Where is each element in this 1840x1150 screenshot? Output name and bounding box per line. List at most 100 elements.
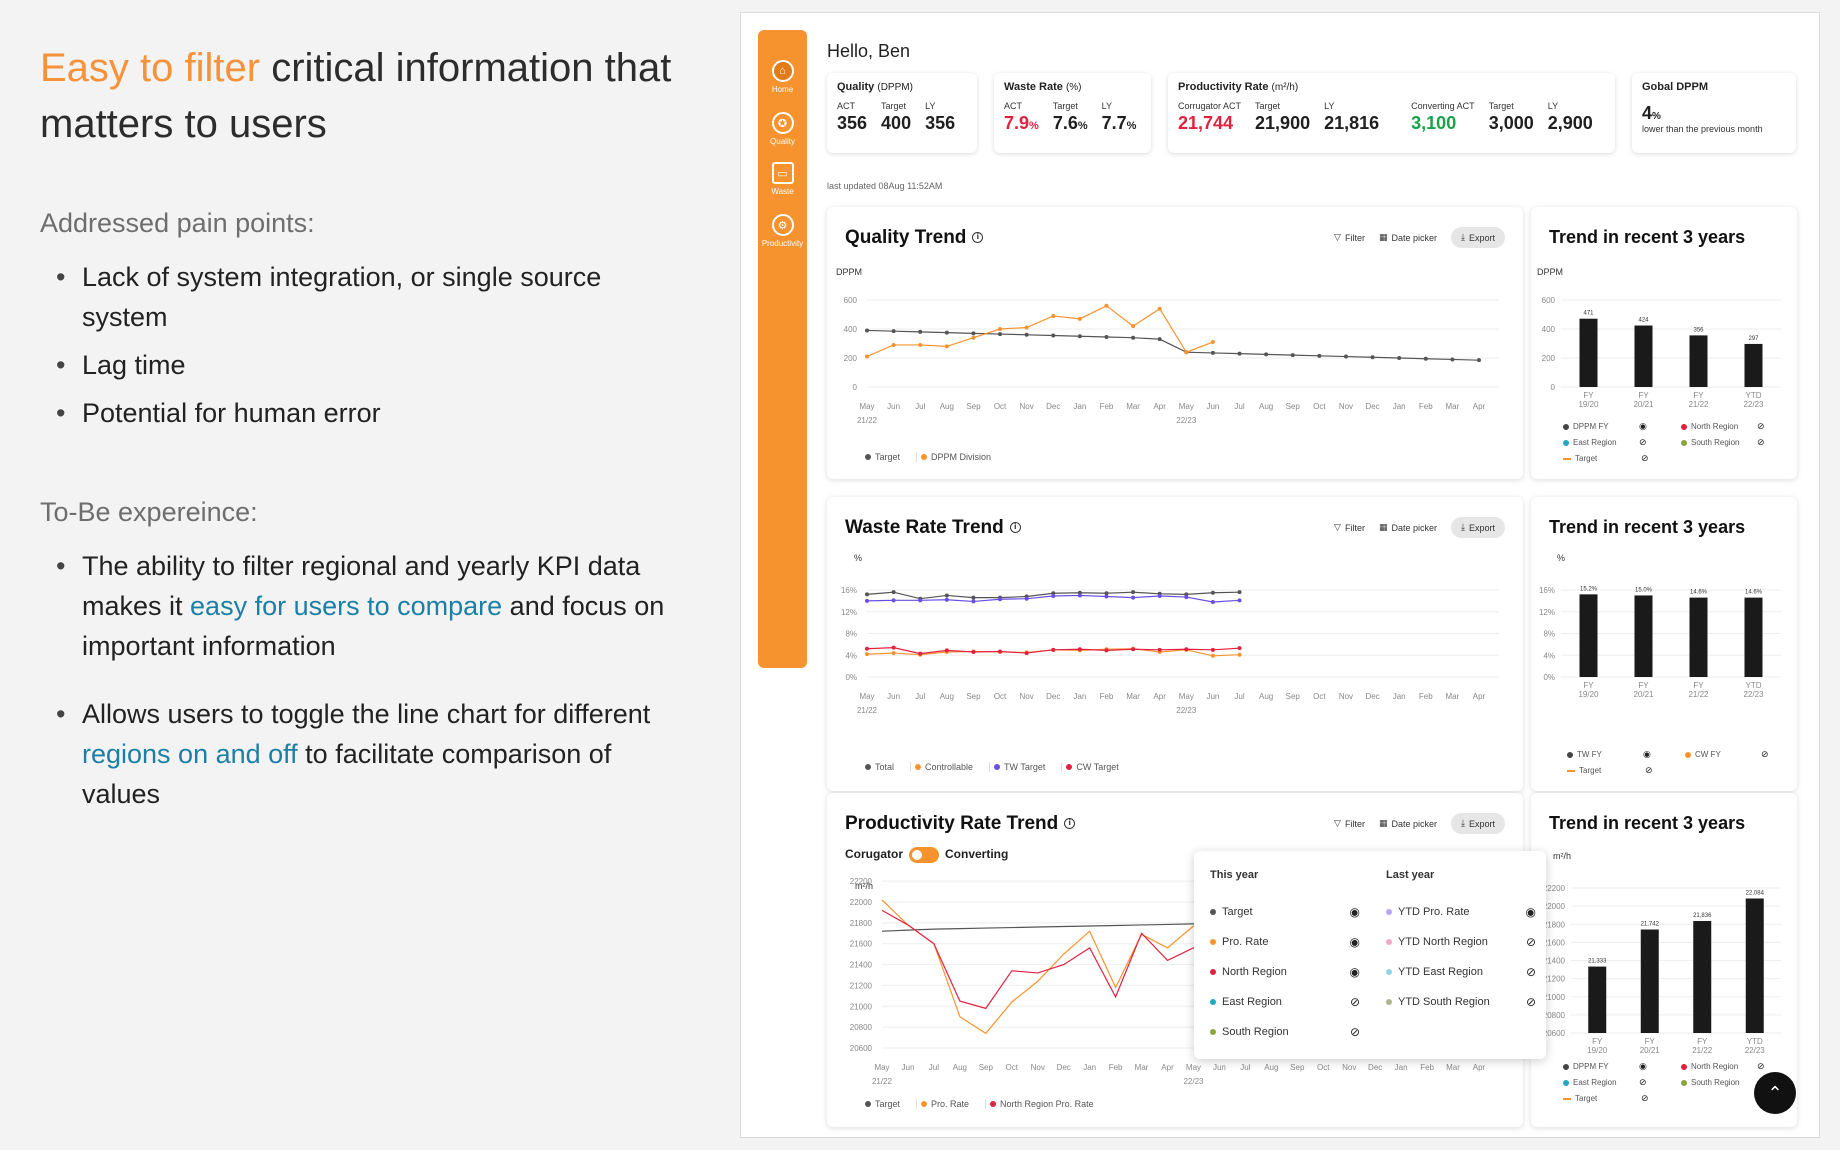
filter-option[interactable]: YTD East Region ⊘ — [1386, 957, 1536, 987]
data-point — [1210, 653, 1215, 658]
data-point — [944, 597, 949, 602]
eye-off-icon[interactable]: ⊘ — [1757, 437, 1765, 448]
legend-item[interactable]: Total — [865, 762, 894, 772]
x-tick-label: Jul — [915, 402, 925, 411]
eye-off-icon[interactable]: ⊘ — [1761, 749, 1769, 760]
legend-item[interactable]: Pro. Rate — [916, 1099, 969, 1109]
eye-icon[interactable]: ◉ — [1350, 905, 1360, 919]
legend-toggle[interactable]: DPPM FY ◉ — [1563, 1061, 1681, 1072]
x-tick-label: 20/21 — [1633, 400, 1654, 409]
y-tick-label: 20600 — [850, 1044, 873, 1053]
data-point — [891, 329, 896, 334]
filter-option[interactable]: Pro. Rate ◉ — [1210, 927, 1360, 957]
legend-item[interactable]: Target — [865, 1099, 900, 1109]
filter-option[interactable]: Target ◉ — [1210, 897, 1360, 927]
legend-label: TW FY — [1577, 750, 1602, 759]
nav-home[interactable]: ⌂ Home — [758, 60, 807, 94]
legend-toggle[interactable]: Target ⊘ — [1563, 453, 1681, 464]
legend-swatch — [1563, 1079, 1569, 1086]
eye-off-icon[interactable]: ⊘ — [1526, 995, 1536, 1009]
legend-toggle[interactable]: TW FY ◉ — [1567, 749, 1685, 760]
filter-option[interactable]: YTD Pro. Rate ◉ — [1386, 897, 1536, 927]
eye-icon[interactable]: ◉ — [1526, 905, 1536, 919]
y-tick-label: 16% — [1539, 586, 1555, 595]
legend-toggle[interactable]: East Region ⊘ — [1563, 437, 1681, 448]
data-point — [918, 342, 923, 347]
eye-off-icon[interactable]: ⊘ — [1641, 1093, 1649, 1104]
y-tick-label: 21800 — [850, 919, 873, 928]
legend-item[interactable]: DPPM Division — [916, 452, 991, 462]
data-point — [1051, 593, 1056, 598]
x-tick-label: Aug — [953, 1063, 967, 1072]
legend-item[interactable]: TW Target — [989, 762, 1045, 772]
data-point — [1104, 334, 1109, 339]
y-tick-label: 21000 — [850, 1002, 873, 1011]
eye-off-icon[interactable]: ⊘ — [1645, 765, 1653, 776]
legend-swatch — [1567, 769, 1575, 772]
legend-swatch — [1681, 423, 1687, 430]
eye-icon[interactable]: ◉ — [1350, 935, 1360, 949]
scroll-top-button[interactable]: ⌃ — [1754, 1072, 1796, 1114]
data-point — [971, 335, 976, 340]
eye-icon[interactable]: ◉ — [1639, 1061, 1647, 1072]
legend-toggle[interactable]: South Region ⊘ — [1681, 437, 1791, 448]
kpi-productivity[interactable]: Productivity Rate (m²/h) Corrugator ACT 2… — [1168, 73, 1615, 153]
eye-icon[interactable]: ◉ — [1643, 749, 1651, 760]
filter-option[interactable]: East Region ⊘ — [1210, 987, 1360, 1017]
data-point — [1450, 357, 1455, 362]
x-tick-label: Mar — [1446, 402, 1460, 411]
legend-toggle[interactable]: CW FY ⊘ — [1685, 749, 1795, 760]
nav-productivity[interactable]: ⚙ Productivity — [758, 214, 807, 248]
option-swatch — [1386, 939, 1392, 945]
x-year-label: 21/22 — [857, 706, 878, 715]
filter-option[interactable]: South Region ⊘ — [1210, 1017, 1360, 1047]
eye-off-icon[interactable]: ⊘ — [1757, 421, 1765, 432]
kpi-quality[interactable]: Quality (DPPM) ACT 356 Target 400 LY 356 — [827, 73, 977, 153]
option-swatch — [1210, 969, 1216, 975]
x-tick-label: 19/20 — [1578, 690, 1599, 699]
eye-off-icon[interactable]: ⊘ — [1526, 965, 1536, 979]
eye-off-icon[interactable]: ⊘ — [1639, 437, 1647, 448]
eye-off-icon[interactable]: ⊘ — [1639, 1077, 1647, 1088]
data-point — [1131, 335, 1136, 340]
data-point — [1077, 593, 1082, 598]
data-point — [998, 597, 1003, 602]
x-tick-label: Sep — [966, 692, 981, 701]
filter-option[interactable]: North Region ◉ — [1210, 957, 1360, 987]
legend-item[interactable]: North Region Pro. Rate — [985, 1099, 1094, 1109]
x-tick-label: Jul — [929, 1063, 939, 1072]
eye-off-icon[interactable]: ⊘ — [1350, 995, 1360, 1009]
popup-last-year: Last year YTD Pro. Rate ◉ YTD North Region… — [1386, 869, 1536, 1017]
legend-toggle[interactable]: Target ⊘ — [1563, 1093, 1681, 1104]
eye-off-icon[interactable]: ⊘ — [1526, 935, 1536, 949]
eye-icon[interactable]: ◉ — [1639, 421, 1647, 432]
legend-item[interactable]: Controllable — [910, 762, 973, 772]
x-tick-label: Oct — [1317, 1063, 1330, 1072]
series-line — [881, 922, 1220, 932]
eye-off-icon[interactable]: ⊘ — [1350, 1025, 1360, 1039]
data-point — [1157, 647, 1162, 652]
legend-toggle[interactable]: East Region ⊘ — [1563, 1077, 1681, 1088]
kpi-waste[interactable]: Waste Rate (%) ACT 7.9% Target 7.6% LY 7.7% — [994, 73, 1151, 153]
kpi-global-dppm[interactable]: Gobal DPPM 4% lower than the previous mo… — [1632, 73, 1796, 153]
headline-accent: Easy to filter — [40, 46, 261, 90]
eye-off-icon[interactable]: ⊘ — [1757, 1061, 1765, 1072]
legend-item[interactable]: CW Target — [1061, 762, 1119, 772]
x-tick-label: Apr — [1473, 1063, 1486, 1072]
nav-waste[interactable]: ▭ Waste — [758, 162, 807, 196]
eye-off-icon[interactable]: ⊘ — [1641, 453, 1649, 464]
legend-toggle[interactable]: North Region ⊘ — [1681, 1061, 1791, 1072]
nav-quality[interactable]: ✪ Quality — [758, 112, 807, 146]
legend-toggle[interactable]: Target ⊘ — [1567, 765, 1685, 776]
legend-toggle[interactable]: North Region ⊘ — [1681, 421, 1791, 432]
filter-option[interactable]: YTD South Region ⊘ — [1386, 987, 1536, 1017]
kpi-label: Target — [1488, 101, 1514, 111]
eye-icon[interactable]: ◉ — [1350, 965, 1360, 979]
legend-item[interactable]: Target — [865, 452, 900, 462]
filter-option[interactable]: YTD North Region ⊘ — [1386, 927, 1536, 957]
y-tick-label: 20800 — [1543, 1011, 1566, 1020]
x-tick-label: Jan — [1393, 402, 1406, 411]
legend-toggle[interactable]: DPPM FY ◉ — [1563, 421, 1681, 432]
option-swatch — [1386, 969, 1392, 975]
kpi-label: ACT — [1004, 101, 1022, 111]
